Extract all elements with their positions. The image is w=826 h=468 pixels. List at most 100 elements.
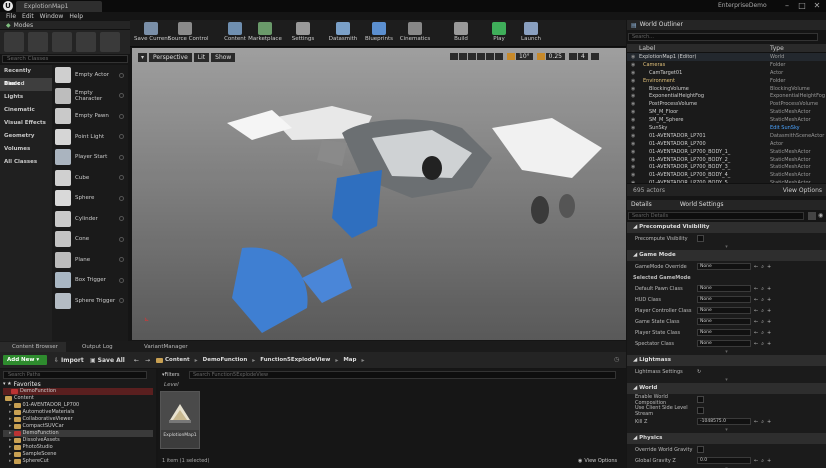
save-current-button[interactable]: Save Current [134,22,170,47]
category-lights[interactable]: Lights [0,91,52,104]
paint-mode-icon[interactable] [28,32,48,52]
value-select[interactable]: None [697,340,751,347]
maximize-viewport-icon[interactable] [590,53,599,60]
content-root[interactable]: Content [3,395,153,402]
value-select[interactable]: None [697,285,751,292]
document-tab[interactable]: ExplotionMap1 [16,1,102,12]
category-geometry[interactable]: Geometry [0,130,52,143]
folder-demofunction[interactable]: ▸ DemoFunction [3,430,153,437]
section-precomputed-visibility[interactable]: ◢ Precomputed Visibility [627,222,826,233]
add-icon[interactable]: + [767,286,771,292]
class-item-empty-actor[interactable]: Empty Actor [52,65,128,86]
reset-arrow-icon[interactable]: ← [754,419,758,425]
breadcrumb-function5explodeview[interactable]: Function5ExplodeView [260,357,330,363]
forward-icon[interactable]: → [145,357,150,364]
viewport-menu-icon[interactable]: ▾ [138,53,148,62]
outliner-row[interactable]: ◉ BlockingVolume BlockingVolume [627,85,826,93]
filters-button[interactable]: ▾Filters [162,371,186,379]
place-mode-icon[interactable] [4,32,24,52]
checkbox[interactable] [697,446,704,453]
expand-icon[interactable]: ▸ [9,416,12,423]
content-button[interactable]: Content [218,22,252,47]
category-cinematic[interactable]: Cinematic [0,104,52,117]
launch-button[interactable]: Launch [514,22,548,47]
info-icon[interactable] [119,113,124,119]
add-icon[interactable]: + [767,330,771,336]
camera-speed-value[interactable]: 4 [578,53,588,60]
import-button[interactable]: ⇩ Import [54,355,84,365]
play-button[interactable]: Play [482,22,516,47]
bottom-tab-output-log[interactable]: Output Log [70,342,128,352]
info-icon[interactable] [119,93,124,99]
reset-arrow-icon[interactable]: ← [754,330,758,336]
folder-spherecut[interactable]: ▸ SphereCut [3,458,153,465]
translate-icon[interactable] [450,53,458,60]
add-icon[interactable]: + [767,319,771,325]
class-item-cylinder[interactable]: Cylinder [52,209,128,230]
expand-icon[interactable]: ▸ [9,437,12,444]
info-icon[interactable] [119,277,124,283]
breadcrumb-map[interactable]: Map [343,357,356,363]
datasmith-button[interactable]: Datasmith [326,22,360,47]
outliner-row[interactable]: ◉ PostProcessVolume PostProcessVolume [627,100,826,108]
outliner-search-input[interactable]: Search... [628,33,818,41]
history-icon[interactable]: ◷ [614,356,619,363]
expand-icon[interactable]: ▸ [9,458,12,465]
expand-icon[interactable]: ▸ [9,444,12,451]
browse-icon[interactable]: ⌕ [761,308,764,314]
favorites-header[interactable]: ▾ ★ Favorites [3,381,153,388]
add-icon[interactable]: + [767,308,771,314]
class-item-point-light[interactable]: Point Light [52,127,128,148]
reset-arrow-icon[interactable]: ← [754,297,758,303]
asset-tile[interactable]: ExplotionMap1 [160,391,200,449]
add-new-button[interactable]: Add New ▾ [3,355,47,365]
outliner-row[interactable]: ◉ SM_M_Sphere StaticMeshActor [627,116,826,124]
reset-arrow-icon[interactable]: ← [754,264,758,270]
info-icon[interactable] [119,134,124,140]
type-column-header[interactable]: Type [770,45,826,52]
outliner-row[interactable]: ◉ 01-AVENTADOR_LP700 Actor [627,140,826,148]
assets-search-input[interactable]: Search Function5ExplodeView [189,371,616,379]
value-select[interactable]: None [697,307,751,314]
add-icon[interactable]: + [767,458,771,464]
browse-icon[interactable]: ⌕ [761,297,764,303]
checkbox[interactable] [697,235,704,242]
folder-photostudio[interactable]: ▸ PhotoStudio [3,444,153,451]
lit-button[interactable]: Lit [193,53,210,62]
add-icon[interactable]: + [767,341,771,347]
reset-arrow-icon[interactable]: ← [754,286,758,292]
outliner-row[interactable]: ◉ ExplotionMap1 (Editor) World [627,53,826,61]
eye-icon[interactable]: ◉ [818,212,826,220]
category-all-classes[interactable]: All Classes [0,156,52,169]
value-select[interactable]: None [697,318,751,325]
class-search-input[interactable]: Search Classes [2,55,128,63]
outliner-row[interactable]: ◉ 01-AVENTADOR_LP700_BODY_1_ StaticMeshAct… [627,148,826,156]
surface-snap-icon[interactable] [486,53,494,60]
info-icon[interactable] [119,236,124,242]
category-recently-placed[interactable]: Recently Placed [0,65,52,87]
folder-collaborativeviewer[interactable]: ▸ CollaborativeViewer [3,416,153,423]
folder-samplescene[interactable]: ▸ SampleScene [3,451,153,458]
outliner-row[interactable]: ◉ 01-AVENTADOR_LP700_BODY_3_ StaticMeshAct… [627,163,826,171]
outliner-row[interactable]: ◉ ExponentialHeightFog ExponentialHeightFo… [627,92,826,100]
browse-icon[interactable]: ⌕ [761,419,764,425]
geometry-mode-icon[interactable] [100,32,120,52]
add-icon[interactable]: + [767,297,771,303]
details-tab-world-settings[interactable]: World Settings [680,200,724,210]
class-item-sphere[interactable]: Sphere [52,188,128,209]
rotate-icon[interactable] [459,53,467,60]
blueprints-button[interactable]: Blueprints [362,22,396,47]
outliner-row[interactable]: ◉ SunSky Edit SunSky [627,124,826,132]
info-icon[interactable] [119,216,124,222]
menu-window[interactable]: Window [40,12,64,21]
reset-arrow-icon[interactable]: ← [754,319,758,325]
modes-tab[interactable]: ◆ Modes [0,21,130,30]
expand-icon[interactable]: ▸ [9,409,12,416]
content-view-options[interactable]: ◉ View Options [578,458,617,464]
outliner-row[interactable]: ◉ 01-AVENTADOR_LP700_BODY_4_ StaticMeshAct… [627,171,826,179]
value-select[interactable]: 0.0 [697,457,751,464]
grid-snap-icon[interactable] [495,53,503,60]
menu-help[interactable]: Help [69,12,83,21]
minimize-icon[interactable]: – [780,0,794,11]
info-icon[interactable] [119,298,124,304]
